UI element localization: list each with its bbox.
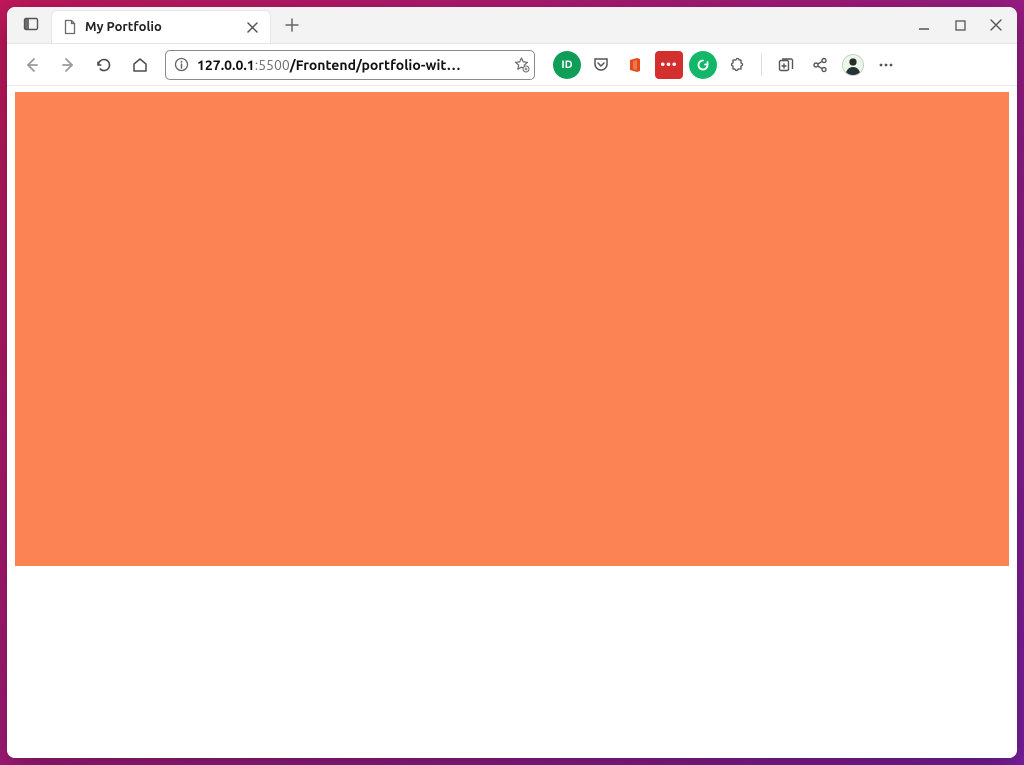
- star-add-icon: [513, 56, 530, 73]
- back-button[interactable]: [15, 48, 49, 82]
- refresh-icon: [95, 56, 113, 74]
- puzzle-icon: [728, 56, 746, 74]
- home-button[interactable]: [123, 48, 157, 82]
- site-info-button[interactable]: [174, 57, 189, 72]
- office-icon: [626, 56, 644, 74]
- app-menu-button[interactable]: [872, 51, 900, 79]
- extension-area: ID •••: [553, 51, 900, 79]
- page-favicon-icon: [62, 19, 78, 35]
- refresh-button[interactable]: [87, 48, 121, 82]
- arrow-right-icon: [59, 56, 77, 74]
- avatar-icon: [842, 54, 864, 76]
- maximize-icon: [955, 20, 966, 31]
- extensions-menu-button[interactable]: [723, 51, 751, 79]
- tab-actions-button[interactable]: [15, 8, 47, 40]
- adblocker-glyph: ID: [561, 59, 572, 71]
- toolbar-separator: [761, 54, 762, 76]
- grammarly-icon: [696, 58, 710, 72]
- forward-button[interactable]: [51, 48, 85, 82]
- browser-window: My Portfolio: [7, 7, 1017, 758]
- lastpass-glyph: •••: [660, 58, 677, 72]
- browser-tab-active[interactable]: My Portfolio: [51, 10, 271, 43]
- info-icon: [174, 57, 189, 72]
- pocket-icon: [592, 56, 610, 74]
- viewport: [7, 86, 1017, 758]
- url-host: 127.0.0.1: [197, 57, 255, 73]
- window-minimize-button[interactable]: [907, 11, 941, 39]
- close-icon: [990, 19, 1002, 31]
- window-maximize-button[interactable]: [943, 11, 977, 39]
- window-close-button[interactable]: [979, 11, 1013, 39]
- new-tab-button[interactable]: [277, 10, 307, 40]
- hero-section: [15, 92, 1009, 566]
- extension-grammarly[interactable]: [689, 51, 717, 79]
- collections-button[interactable]: [772, 51, 800, 79]
- tab-title: My Portfolio: [85, 20, 238, 34]
- overflow-dots-icon: [877, 56, 895, 74]
- sidebar-panel-icon: [23, 16, 39, 32]
- bookmark-button[interactable]: [513, 56, 530, 73]
- url-port: :5500: [255, 57, 290, 73]
- plus-icon: [285, 18, 299, 32]
- share-button[interactable]: [806, 51, 834, 79]
- window-controls: [907, 11, 1013, 39]
- url-path: /Frontend/portfolio-wit…: [290, 57, 461, 73]
- minimize-icon: [918, 19, 930, 31]
- extension-office[interactable]: [621, 51, 649, 79]
- page-body: [7, 86, 1017, 758]
- extension-lastpass[interactable]: •••: [655, 51, 683, 79]
- collections-icon: [777, 56, 795, 74]
- tab-strip: My Portfolio: [7, 7, 1017, 44]
- share-icon: [811, 56, 829, 74]
- close-icon: [247, 22, 258, 33]
- address-bar[interactable]: 127.0.0.1:5500/Frontend/portfolio-wit…: [165, 50, 535, 80]
- home-icon: [131, 56, 149, 74]
- arrow-left-icon: [23, 56, 41, 74]
- toolbar: 127.0.0.1:5500/Frontend/portfolio-wit… I…: [7, 44, 1017, 86]
- tab-close-button[interactable]: [245, 20, 260, 35]
- extension-pocket[interactable]: [587, 51, 615, 79]
- profile-button[interactable]: [840, 51, 866, 79]
- extension-adblocker[interactable]: ID: [553, 51, 581, 79]
- url-text: 127.0.0.1:5500/Frontend/portfolio-wit…: [197, 57, 505, 73]
